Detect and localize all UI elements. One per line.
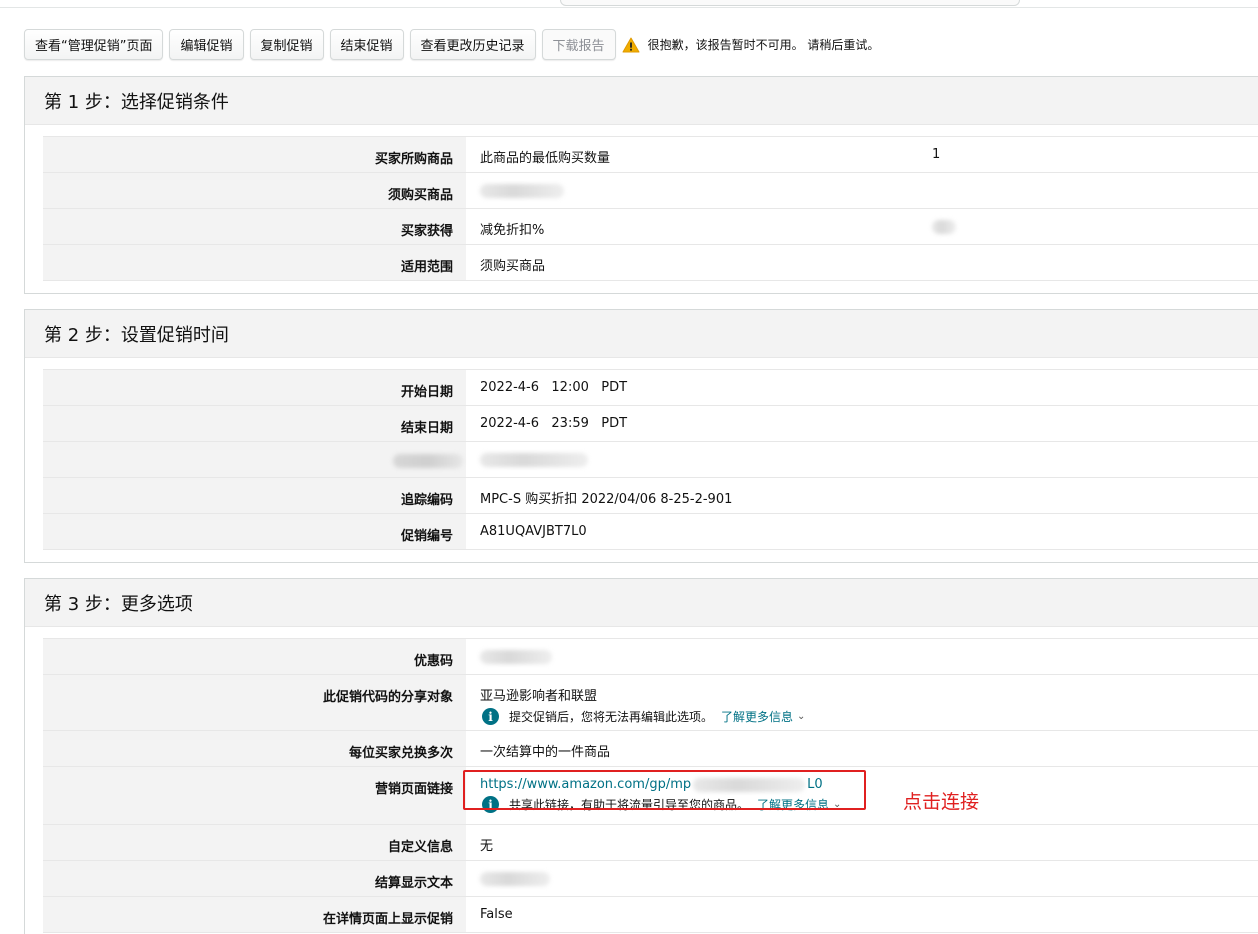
view-history-button[interactable]: 查看更改历史记录 — [409, 29, 536, 60]
row-value: 2022-4-6 12:00 PDT — [480, 380, 628, 395]
redacted-label — [393, 453, 463, 468]
table-row: 结束日期 2022-4-6 23:59 PDT — [43, 406, 1258, 442]
page-top-edge — [0, 0, 1258, 8]
annotation-text: 点击连接 — [903, 791, 980, 813]
table-row: 自定义信息 无 — [43, 825, 1258, 861]
row-label: 结算显示文本 — [43, 861, 466, 896]
row-label: 每位买家兑换多次 — [43, 731, 466, 766]
row-label: 追踪编码 — [43, 478, 466, 513]
row-label-cell — [43, 442, 466, 477]
redacted-checkout-text — [480, 871, 550, 886]
promotion-id-value: A81UQAVJBT7L0 — [480, 524, 587, 539]
row-value: 2022-4-6 23:59 PDT — [480, 416, 628, 431]
info-line: i 提交促销后，您将无法再编辑此选项。 了解更多信息 ⌄ — [480, 708, 1258, 725]
row-label: 开始日期 — [43, 370, 466, 405]
table-row: 促销编号 A81UQAVJBT7L0 — [43, 514, 1258, 550]
redacted-value — [480, 183, 564, 198]
step1-table: 买家所购商品 此商品的最低购买数量 1 须购买商品 买家获得 减免折扣% 适用范… — [43, 136, 1258, 281]
table-row: 在详情页面上显示促销 False — [43, 897, 1258, 933]
row-label: 优惠码 — [43, 639, 466, 674]
row-label: 买家所购商品 — [43, 137, 466, 172]
table-row: 买家获得 减免折扣% — [43, 209, 1258, 245]
report-warning: 很抱歉，该报告暂时不可用。 请稍后重试。 — [622, 36, 880, 53]
step1-title: 第 1 步：选择促销条件 — [25, 77, 1258, 125]
row-value-cell: 此商品的最低购买数量 1 — [466, 137, 1258, 172]
row-value-cell — [466, 639, 1258, 674]
row-label: 促销编号 — [43, 514, 466, 549]
row-value-cell: 减免折扣% — [466, 209, 1258, 244]
row-label: 适用范围 — [43, 245, 466, 280]
chevron-down-icon[interactable]: ⌄ — [797, 711, 805, 722]
table-row: 结算显示文本 — [43, 861, 1258, 897]
row-label: 结束日期 — [43, 406, 466, 441]
step3-table: 优惠码 此促销代码的分享对象 亚马逊影响者和联盟 i 提交促销后，您将无法再编辑… — [43, 638, 1258, 933]
row-value: 一次结算中的一件商品 — [480, 745, 611, 760]
share-audience-value: 亚马逊影响者和联盟 — [480, 689, 598, 704]
table-row: 开始日期 2022-4-6 12:00 PDT — [43, 370, 1258, 406]
end-promotion-button[interactable]: 结束促销 — [329, 29, 404, 60]
info-icon: i — [482, 796, 499, 813]
step3-section: 第 3 步：更多选项 优惠码 此促销代码的分享对象 亚马逊影响者和联盟 i 提交… — [24, 578, 1258, 934]
row-value: 减免折扣% — [480, 223, 545, 238]
row-label: 此促销代码的分享对象 — [43, 675, 466, 730]
info-icon: i — [482, 708, 499, 725]
top-bar-stub — [560, 0, 1020, 6]
row-label: 在详情页面上显示促销 — [43, 897, 466, 932]
table-row: 追踪编码 MPC-S 购买折扣 2022/04/06 8-25-2-901 — [43, 478, 1258, 514]
link-end[interactable]: L0 — [807, 777, 823, 792]
row-value-cell: 亚马逊影响者和联盟 i 提交促销后，您将无法再编辑此选项。 了解更多信息 ⌄ — [466, 675, 1258, 730]
row-value: 无 — [480, 839, 494, 854]
row-value: 此商品的最低购买数量 — [480, 151, 611, 166]
tracking-code-value: MPC-S 购买折扣 2022/04/06 8-25-2-901 — [480, 492, 733, 507]
row-label: 自定义信息 — [43, 825, 466, 860]
step2-section: 第 2 步：设置促销时间 开始日期 2022-4-6 12:00 PDT 结束日… — [24, 309, 1258, 563]
row-value: False — [480, 907, 513, 922]
info-line: i 共享此链接，有助于将流量引导至您的商品。 了解更多信息 ⌄ — [480, 796, 1258, 813]
edit-promotion-button[interactable]: 编辑促销 — [169, 29, 244, 60]
link-start[interactable]: https://www.amazon.com/gp/mp — [480, 777, 691, 792]
copy-promotion-button[interactable]: 复制促销 — [249, 29, 324, 60]
table-row: 须购买商品 — [43, 173, 1258, 209]
table-row: 每位买家兑换多次 一次结算中的一件商品 — [43, 731, 1258, 767]
table-row: 优惠码 — [43, 639, 1258, 675]
chevron-down-icon[interactable]: ⌄ — [833, 799, 841, 810]
info-text: 共享此链接，有助于将流量引导至您的商品。 — [509, 798, 750, 812]
row-value: 须购买商品 — [480, 259, 546, 274]
info-text: 提交促销后，您将无法再编辑此选项。 — [509, 710, 714, 724]
row-label: 买家获得 — [43, 209, 466, 244]
step3-title: 第 3 步：更多选项 — [25, 579, 1258, 627]
table-row: 买家所购商品 此商品的最低购买数量 1 — [43, 137, 1258, 173]
row-value-cell — [466, 173, 1258, 208]
download-report-button[interactable]: 下载报告 — [541, 29, 616, 60]
min-quantity-value: 1 — [932, 147, 941, 162]
step2-table: 开始日期 2022-4-6 12:00 PDT 结束日期 2022-4-6 23… — [43, 369, 1258, 550]
step1-section: 第 1 步：选择促销条件 买家所购商品 此商品的最低购买数量 1 须购买商品 买… — [24, 76, 1258, 294]
row-label: 营销页面链接 — [43, 767, 466, 824]
warning-text: 很抱歉，该报告暂时不可用。 请稍后重试。 — [647, 38, 880, 52]
warning-icon — [622, 37, 640, 52]
view-manage-promotions-button[interactable]: 查看“管理促销”页面 — [24, 29, 164, 60]
row-value-cell: https://www.amazon.com/gp/mp L0 i 共享此链接，… — [466, 767, 1258, 824]
row-label: 须购买商品 — [43, 173, 466, 208]
redacted-coupon-code — [480, 649, 552, 664]
learn-more-link[interactable]: 了解更多信息 — [757, 796, 829, 813]
action-toolbar: 查看“管理促销”页面 编辑促销 复制促销 结束促销 查看更改历史记录 下载报告 … — [24, 29, 879, 60]
marketing-page-link[interactable]: https://www.amazon.com/gp/mp L0 — [480, 777, 1258, 792]
table-row: 此促销代码的分享对象 亚马逊影响者和联盟 i 提交促销后，您将无法再编辑此选项。… — [43, 675, 1258, 731]
row-value-cell — [466, 442, 1258, 477]
table-row — [43, 442, 1258, 478]
table-row: 适用范围 须购买商品 — [43, 245, 1258, 281]
row-value-cell — [466, 861, 1258, 896]
table-row: 营销页面链接 https://www.amazon.com/gp/mp L0 i… — [43, 767, 1258, 825]
redacted-link-part — [693, 777, 806, 792]
redacted-value — [480, 452, 588, 467]
redacted-discount-value — [932, 219, 956, 234]
step2-title: 第 2 步：设置促销时间 — [25, 310, 1258, 358]
learn-more-link[interactable]: 了解更多信息 — [721, 708, 793, 725]
